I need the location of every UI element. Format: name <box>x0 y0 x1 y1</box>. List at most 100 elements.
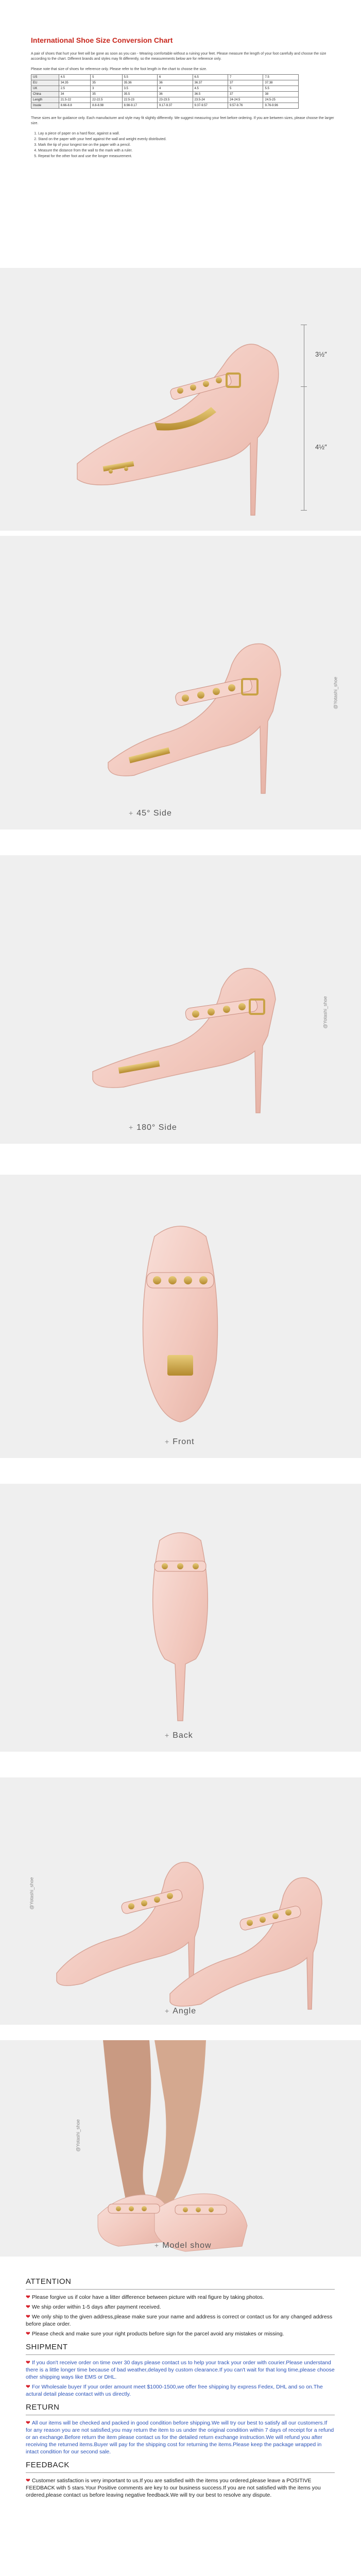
photo-45-side: @Yotashi_shoe +45° Side <box>0 536 361 829</box>
shipment-block: SHIPMENT ❤ If you don't receive order on … <box>26 2343 335 2398</box>
heart-icon: ❤ <box>26 2331 30 2337</box>
size-chart: International Shoe Size Conversion Chart… <box>31 36 340 160</box>
size-table-cell: 24.5-25 <box>263 97 299 103</box>
view-label-back-text: Back <box>173 1731 193 1740</box>
size-table: US 4.5 5 5.5 6 6.5 7 7.5 EU 34.35 35 35.36 36 36.37 37… <box>31 74 299 109</box>
heart-icon: ❤ <box>26 2314 30 2320</box>
size-table-cell: 24-24.5 <box>227 97 264 103</box>
attention-item: ❤ We only ship to the given address,pleas… <box>26 2313 335 2328</box>
size-table-cell: 37 <box>227 80 264 86</box>
size-table-row-header: US <box>31 74 59 80</box>
view-label-180: +180° Side <box>129 1123 177 1132</box>
view-label-angle: + Angle <box>165 2007 197 2015</box>
dimension-bottom-label: 4½″ <box>315 443 327 451</box>
size-table-cell: 21.5-22 <box>58 97 91 103</box>
feedback-heading: FEEDBACK <box>26 2461 70 2469</box>
size-table-row: US 4.5 5 5.5 6 6.5 7 7.5 <box>31 74 299 80</box>
return-item-text: All our items will be checked and packed… <box>26 2420 334 2455</box>
attention-item-text: Please check and make sure your right pr… <box>31 2331 284 2337</box>
size-table-cell: 9.57-9.76 <box>227 103 264 109</box>
measure-step: Stand on the paper with your heel agains… <box>38 137 340 142</box>
model-legs-image <box>97 2040 248 2252</box>
dimension-tick <box>301 386 307 387</box>
view-label-back: + Back <box>165 1731 193 1740</box>
heart-icon: ❤ <box>26 2360 30 2366</box>
shoe-45-image <box>108 643 281 794</box>
size-table-cell: 9.17-9.37 <box>157 103 193 109</box>
attention-item: ❤ Please forgive us if color have a litte… <box>26 2294 335 2301</box>
size-table-row: China 34 35 35.5 36 36.5 37 38 <box>31 91 299 97</box>
watermark: @Yotashi_shoe <box>333 676 338 709</box>
size-table-cell: 35.36 <box>122 80 158 86</box>
view-label-45: +45° Side <box>129 809 172 818</box>
size-table-cell: 5 <box>90 74 123 80</box>
size-table-cell: 34 <box>58 91 91 97</box>
shoe-side-image <box>77 344 279 516</box>
size-table-cell: 36.5 <box>192 91 229 97</box>
watermark: @Yotashi_shoe <box>322 996 328 1029</box>
photo-180-side: @Yotashi_shoe +180° Side <box>0 855 361 1144</box>
shoe-front-image <box>142 1226 218 1422</box>
photo-side-dimension: 3½″ 4½″ <box>0 268 361 531</box>
feedback-item: ❤ Customer satisfaction is very important… <box>26 2477 335 2499</box>
size-table-cell: 23.5-24 <box>192 97 229 103</box>
measure-step: Lay a piece of paper on a hard floor, ag… <box>38 131 340 137</box>
size-table-row-header: Insole <box>31 103 59 109</box>
photo-back: + Back <box>0 1484 361 1752</box>
shoe-back-image <box>152 1532 209 1721</box>
view-label-180-text: 180° Side <box>136 1123 177 1132</box>
size-table-cell: 22-22.5 <box>90 97 123 103</box>
size-table-row-header: UK <box>31 86 59 92</box>
size-table-cell: 35 <box>90 91 123 97</box>
size-table-cell: 5.5 <box>122 74 158 80</box>
view-label-model: + Model show <box>154 2241 212 2250</box>
photo-front: + Front <box>0 1175 361 1458</box>
attention-block: ATTENTION ❤ Please forgive us if color ha… <box>26 2277 335 2337</box>
return-block: RETURN ❤ All our items will be checked an… <box>26 2403 335 2455</box>
feedback-item-text: Customer satisfaction is very important … <box>26 2478 321 2498</box>
size-table-cell: 34.35 <box>58 80 91 86</box>
size-chart-footnote: These sizes are for guidance only. Each … <box>31 116 334 125</box>
size-table-row: Insole 8.66-8.8 8.8-8.98 8.98-9.17 9.17-9.37… <box>31 103 299 109</box>
view-label-angle-text: Angle <box>173 2007 197 2015</box>
shipment-item: ❤ For Wholesale buyer If your order amoun… <box>26 2383 335 2398</box>
size-table-cell: 8.8-8.98 <box>90 103 123 109</box>
size-table-cell: 6 <box>157 74 193 80</box>
size-table-cell: 5 <box>227 86 264 92</box>
heart-icon: ❤ <box>26 2420 30 2426</box>
size-chart-intro: A pair of shoes that hurt your feet will… <box>31 52 326 61</box>
heart-icon: ❤ <box>26 2478 30 2484</box>
size-table-cell: 7 <box>227 74 264 80</box>
view-label-front: + Front <box>165 1437 195 1446</box>
divider <box>26 2289 335 2290</box>
size-table-row: Length 21.5-22 22-22.5 22.5-23 23-23.5 23.5-2… <box>31 97 299 103</box>
shipment-item-text: If you don't receive order on time over … <box>26 2360 335 2380</box>
size-table-cell: 4.5 <box>192 86 229 92</box>
watermark: @Yotashi_shoe <box>75 2119 81 2152</box>
attention-item-text: Please forgive us if color have a litter… <box>31 2294 264 2300</box>
shipment-item-text: For Wholesale buyer If your order amount… <box>26 2384 323 2397</box>
measure-steps: Lay a piece of paper on a hard floor, ag… <box>31 131 340 159</box>
size-table-cell: 8.66-8.8 <box>58 103 91 109</box>
heart-icon: ❤ <box>26 2304 30 2310</box>
size-chart-section: International Shoe Size Conversion Chart… <box>0 0 361 268</box>
size-table-cell: 36.37 <box>192 80 229 86</box>
divider <box>26 2354 335 2355</box>
size-table-cell: 22.5-23 <box>122 97 158 103</box>
size-table-row-header: Length <box>31 97 59 103</box>
size-table-cell: 38 <box>263 91 299 97</box>
size-table-cell: 5.5 <box>263 86 299 92</box>
attention-item: ❤ Please check and make sure your right p… <box>26 2330 335 2337</box>
feedback-block: FEEDBACK ❤ Customer satisfaction is very … <box>26 2461 335 2499</box>
size-table-cell: 7.5 <box>263 74 299 80</box>
return-heading: RETURN <box>26 2403 60 2412</box>
size-table-row-header: China <box>31 91 59 97</box>
size-table-cell: 9.37-9.57 <box>192 103 229 109</box>
size-table-cell: 6.5 <box>192 74 229 80</box>
shoe-180-image <box>92 968 276 1113</box>
view-label-model-text: Model show <box>162 2241 212 2250</box>
size-table-cell: 37.38 <box>263 80 299 86</box>
heart-icon: ❤ <box>26 2294 30 2300</box>
photo-model: @Yotashi_shoe + Model show <box>0 2040 361 2257</box>
divider <box>26 2472 335 2473</box>
